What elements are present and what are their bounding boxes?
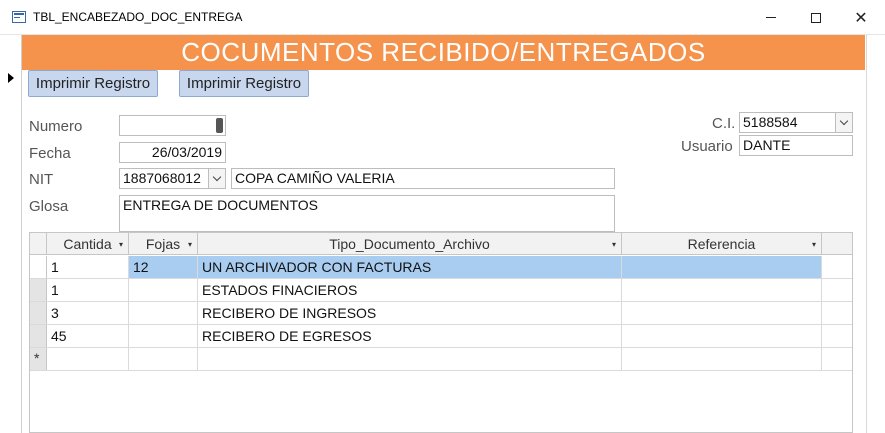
ci-label: C.I. (712, 115, 736, 132)
glosa-field[interactable]: ENTREGA DE DOCUMENTOS (119, 195, 615, 232)
new-record-row[interactable]: * (30, 348, 852, 371)
column-header-fojas[interactable]: Fojas ▾ (129, 233, 198, 255)
row-selector[interactable] (30, 302, 47, 324)
cell-referencia[interactable] (622, 256, 822, 278)
cell-cantida[interactable]: 3 (47, 302, 129, 324)
column-header-referencia[interactable]: Referencia ▾ (622, 233, 822, 255)
row-selector[interactable] (30, 279, 47, 301)
column-header-cantida-label: Cantida (63, 236, 112, 252)
nit-combo[interactable]: 1887068012 (119, 168, 226, 189)
print-record-button-2[interactable]: Imprimir Registro (179, 70, 309, 97)
column-header-cantida[interactable]: Cantida ▾ (47, 233, 129, 255)
usuario-label: Usuario (681, 138, 733, 155)
new-record-icon: * (34, 350, 40, 366)
nit-name-field[interactable]: COPA CAMIÑO VALERIA (231, 168, 615, 189)
row-selector[interactable] (30, 325, 47, 347)
cell-referencia[interactable] (622, 325, 822, 347)
usuario-field[interactable]: DANTE (739, 135, 853, 156)
minimize-icon (766, 17, 776, 18)
numero-field[interactable] (119, 115, 226, 136)
fecha-field[interactable]: 26/03/2019 (119, 142, 226, 163)
cell-cantida[interactable] (47, 348, 129, 370)
cell-tipo[interactable] (198, 348, 622, 370)
close-button[interactable]: ✕ (838, 0, 884, 35)
cell-referencia[interactable] (622, 302, 822, 324)
glosa-value: ENTREGA DE DOCUMENTOS (123, 197, 318, 213)
cell-cantida[interactable]: 45 (47, 325, 129, 347)
cell-tipo[interactable]: UN ARCHIVADOR CON FACTURAS (198, 256, 622, 278)
cell-tipo[interactable]: RECIBERO DE INGRESOS (198, 302, 622, 324)
chevron-down-icon (212, 172, 222, 182)
table-row[interactable]: 1 ESTADOS FINACIEROS (30, 279, 852, 302)
form-icon (12, 11, 26, 23)
maximize-icon (811, 12, 821, 23)
nit-dropdown-button[interactable] (208, 169, 225, 188)
sort-arrow-icon[interactable]: ▾ (812, 240, 816, 249)
maximize-button[interactable] (793, 0, 839, 35)
cell-tipo[interactable]: RECIBERO DE EGRESOS (198, 325, 622, 347)
fecha-value: 26/03/2019 (151, 144, 222, 160)
cell-cantida[interactable]: 1 (47, 279, 129, 301)
ci-value: 5188584 (743, 114, 798, 130)
window-title: TBL_ENCABEZADO_DOC_ENTREGA (33, 10, 243, 24)
table-row[interactable]: 45 RECIBERO DE EGRESOS (30, 325, 852, 348)
ci-combo[interactable]: 5188584 (739, 112, 853, 133)
nit-label: NIT (29, 171, 54, 188)
title-bar: TBL_ENCABEZADO_DOC_ENTREGA ✕ (0, 0, 885, 35)
cell-referencia[interactable] (622, 279, 822, 301)
nit-name-value: COPA CAMIÑO VALERIA (235, 170, 395, 186)
select-all-corner[interactable] (30, 233, 47, 255)
new-record-selector[interactable]: * (30, 348, 47, 370)
form-header-title: COCUMENTOS RECIBIDO/ENTREGADOS (22, 35, 865, 70)
documents-datasheet: Cantida ▾ Fojas ▾ Tipo_Documento_Archivo… (29, 232, 853, 433)
chevron-down-icon (839, 116, 849, 126)
sort-arrow-icon[interactable]: ▾ (612, 240, 616, 249)
cell-fojas[interactable] (129, 279, 198, 301)
current-record-arrow-icon (8, 73, 14, 83)
right-border (866, 35, 867, 433)
cell-cantida[interactable]: 1 (47, 256, 129, 278)
column-header-referencia-label: Referencia (687, 236, 756, 252)
cell-fojas[interactable]: 12 (129, 256, 198, 278)
table-row[interactable]: 3 RECIBERO DE INGRESOS (30, 302, 852, 325)
cell-referencia[interactable] (622, 348, 822, 370)
table-row[interactable]: 1 12 UN ARCHIVADOR CON FACTURAS (30, 256, 852, 279)
datasheet-header: Cantida ▾ Fojas ▾ Tipo_Documento_Archivo… (30, 233, 852, 255)
numero-label: Numero (29, 118, 83, 135)
minimize-button[interactable] (748, 0, 794, 35)
record-selector[interactable] (0, 35, 22, 433)
record-locator-icon (216, 118, 223, 133)
sort-arrow-icon[interactable]: ▾ (119, 240, 123, 249)
fecha-label: Fecha (29, 145, 71, 162)
column-header-fojas-label: Fojas (145, 236, 181, 252)
print-record-button-1[interactable]: Imprimir Registro (28, 70, 158, 97)
usuario-value: DANTE (743, 137, 791, 153)
ci-dropdown-button[interactable] (835, 113, 852, 132)
nit-value: 1887068012 (123, 170, 201, 186)
cell-fojas[interactable] (129, 348, 198, 370)
sort-arrow-icon[interactable]: ▾ (188, 240, 192, 249)
row-selector[interactable] (30, 256, 47, 278)
cell-fojas[interactable] (129, 302, 198, 324)
column-header-tipo-documento[interactable]: Tipo_Documento_Archivo ▾ (198, 233, 622, 255)
cell-tipo[interactable]: ESTADOS FINACIEROS (198, 279, 622, 301)
close-icon: ✕ (854, 9, 868, 27)
glosa-label: Glosa (29, 198, 69, 215)
column-header-tipo-label: Tipo_Documento_Archivo (329, 236, 490, 252)
cell-fojas[interactable] (129, 325, 198, 347)
